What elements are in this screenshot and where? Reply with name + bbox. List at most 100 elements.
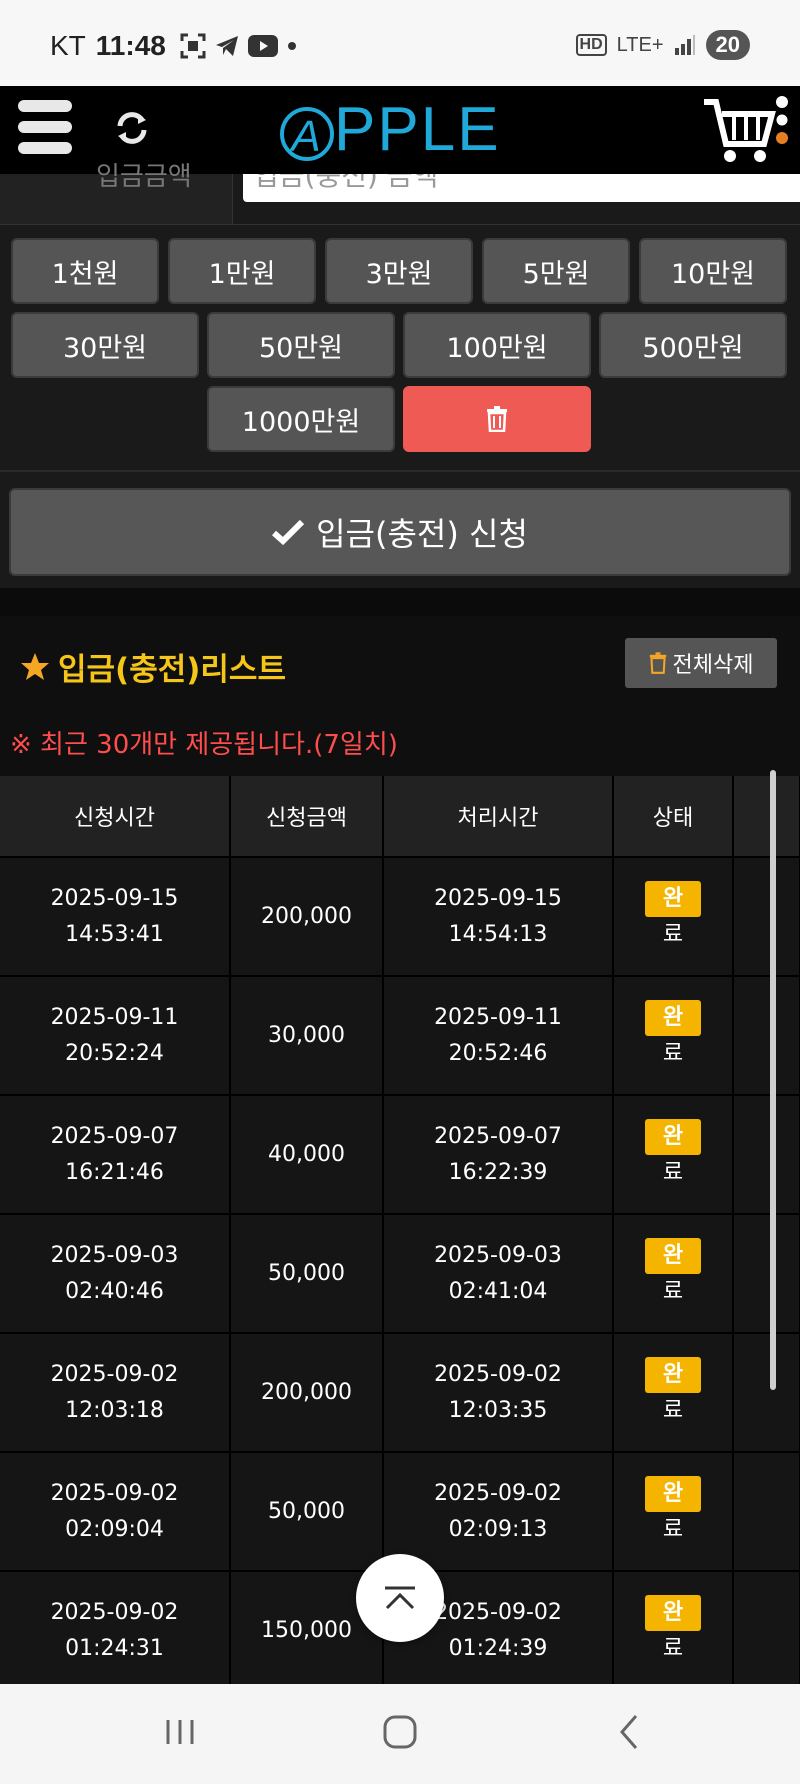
scrollbar[interactable] xyxy=(770,770,776,1390)
amount-button-10m[interactable]: 1000만원 xyxy=(207,386,395,452)
status-cell: 완료 xyxy=(613,857,734,977)
cart-button[interactable] xyxy=(702,92,789,168)
trash-icon xyxy=(487,406,507,432)
refresh-button[interactable] xyxy=(112,108,152,148)
status-badge-rest: 료 xyxy=(662,1397,684,1423)
request-time-cell: 2025-09-07 16:21:46 xyxy=(0,1095,231,1215)
youtube-icon xyxy=(247,35,278,57)
system-nav-bar xyxy=(0,1684,800,1784)
col-request-amount: 신청금액 xyxy=(230,776,384,858)
amount-input[interactable]: 입금(충전) 금액 xyxy=(243,174,800,202)
request-time-cell: 2025-09-03 02:40:46 xyxy=(0,1214,231,1334)
amount-button-5m[interactable]: 500만원 xyxy=(599,312,787,378)
amount-label: 입금금액 xyxy=(0,162,233,224)
hd-icon: HD xyxy=(575,34,607,56)
clock: 11:48 xyxy=(95,30,166,61)
table-row: 2025-09-02 12:03:18 200,000 2025-09-02 12:03… xyxy=(0,1333,800,1453)
table-row: 2025-09-11 20:52:24 30,000 2025-09-11 20:52:… xyxy=(0,976,800,1096)
home-icon xyxy=(383,1715,417,1749)
extra-cell xyxy=(733,1333,800,1453)
amount-button-50k[interactable]: 5만원 xyxy=(482,238,630,304)
status-badge: 완 xyxy=(645,880,701,917)
status-badge: 완 xyxy=(645,1237,701,1274)
trash-icon xyxy=(649,652,666,674)
status-badge: 완 xyxy=(645,1475,701,1512)
status-cell: 완료 xyxy=(613,1333,734,1453)
col-process-time: 처리시간 xyxy=(383,776,614,858)
clear-amount-button[interactable] xyxy=(403,386,591,452)
amount-input-row: 입금금액 입금(충전) 금액 xyxy=(0,162,800,225)
col-request-time: 신청시간 xyxy=(0,776,231,858)
amount-button-300k[interactable]: 30만원 xyxy=(11,312,199,378)
cart-icon xyxy=(704,96,789,162)
scroll-to-top-button[interactable] xyxy=(356,1554,444,1642)
status-badge-rest: 료 xyxy=(662,1516,684,1542)
extra-cell xyxy=(733,1571,800,1684)
status-cell: 완료 xyxy=(613,1452,734,1572)
amount-button-30k[interactable]: 3만원 xyxy=(325,238,473,304)
request-time-cell: 2025-09-11 20:52:24 xyxy=(0,976,231,1096)
status-badge-rest: 료 xyxy=(662,1278,684,1304)
amount-button-1k[interactable]: 1천원 xyxy=(11,238,159,304)
status-badge: 완 xyxy=(645,1356,701,1393)
list-title: 입금(충전)리스트 xyxy=(20,644,286,689)
request-amount-cell: 50,000 xyxy=(230,1214,384,1334)
network-label: LTE+ xyxy=(616,33,664,56)
carrier-label: KT xyxy=(50,30,86,61)
amount-button-1m[interactable]: 100만원 xyxy=(403,312,591,378)
process-time-cell: 2025-09-02 12:03:35 xyxy=(383,1333,614,1453)
delete-all-button[interactable]: 전체삭제 xyxy=(625,638,777,688)
extra-cell xyxy=(733,1452,800,1572)
process-time-cell: 2025-09-07 16:22:39 xyxy=(383,1095,614,1215)
table-row: 2025-09-07 16:21:46 40,000 2025-09-07 16:22:… xyxy=(0,1095,800,1215)
col-extra xyxy=(733,776,800,858)
status-badge: 완 xyxy=(645,999,701,1036)
status-bar: KT 11:48 HD LTE+ 20 xyxy=(0,0,800,86)
amount-button-100k[interactable]: 10만원 xyxy=(639,238,787,304)
request-amount-cell: 200,000 xyxy=(230,857,384,977)
chevron-up-icon xyxy=(385,1586,415,1610)
telegram-icon xyxy=(215,36,238,56)
request-time-cell: 2025-09-02 12:03:18 xyxy=(0,1333,231,1453)
request-time-cell: 2025-09-02 02:09:04 xyxy=(0,1452,231,1572)
signal-icon xyxy=(674,35,695,55)
battery-icon: 20 xyxy=(705,30,750,60)
status-badge-rest: 료 xyxy=(662,1635,684,1661)
request-time-cell: 2025-09-15 14:53:41 xyxy=(0,857,231,977)
star-icon xyxy=(21,652,49,680)
status-badge-rest: 료 xyxy=(662,1159,684,1185)
status-cell: 완료 xyxy=(613,1571,734,1684)
request-amount-cell: 200,000 xyxy=(230,1333,384,1453)
request-amount-cell: 30,000 xyxy=(230,976,384,1096)
recent-apps-button[interactable] xyxy=(160,1712,210,1756)
request-amount-cell: 40,000 xyxy=(230,1095,384,1215)
menu-button[interactable] xyxy=(18,100,72,158)
status-badge: 완 xyxy=(645,1594,701,1631)
table-row: 2025-09-03 02:40:46 50,000 2025-09-03 02:41:… xyxy=(0,1214,800,1334)
notification-icons xyxy=(180,33,298,59)
logo[interactable]: A PPLE xyxy=(280,96,501,164)
deposit-list-header: 입금(충전)리스트 전체삭제 ※ 최근 30개만 제공됩니다.(7일치) xyxy=(0,616,800,776)
amount-button-500k[interactable]: 50만원 xyxy=(207,312,395,378)
amount-button-10k[interactable]: 1만원 xyxy=(168,238,316,304)
table-row: 2025-09-15 14:53:41 200,000 2025-09-15 14:54… xyxy=(0,857,800,977)
status-cell: 완료 xyxy=(613,1214,734,1334)
apply-deposit-button[interactable]: 입금(충전) 신청 xyxy=(9,488,791,576)
status-left: KT 11:48 xyxy=(50,30,298,62)
deposit-table: 신청시간 신청금액 처리시간 상태 2025-09-15 14:53:41 200,… xyxy=(0,776,800,1684)
col-status: 상태 xyxy=(613,776,734,858)
status-badge-rest: 료 xyxy=(662,921,684,947)
extra-cell xyxy=(733,1214,800,1334)
status-cell: 완료 xyxy=(613,1095,734,1215)
extra-cell xyxy=(733,976,800,1096)
table-header-row: 신청시간 신청금액 처리시간 상태 xyxy=(0,776,800,858)
home-button[interactable] xyxy=(380,1712,430,1756)
list-notice: ※ 최근 30개만 제공됩니다.(7일치) xyxy=(10,730,398,760)
status-badge-rest: 료 xyxy=(662,1040,684,1066)
screenshot-icon xyxy=(180,33,206,59)
back-button[interactable] xyxy=(610,1712,660,1756)
check-icon xyxy=(272,519,305,545)
back-icon xyxy=(620,1715,638,1749)
status-right: HD LTE+ 20 xyxy=(575,30,750,60)
extra-cell xyxy=(733,857,800,977)
